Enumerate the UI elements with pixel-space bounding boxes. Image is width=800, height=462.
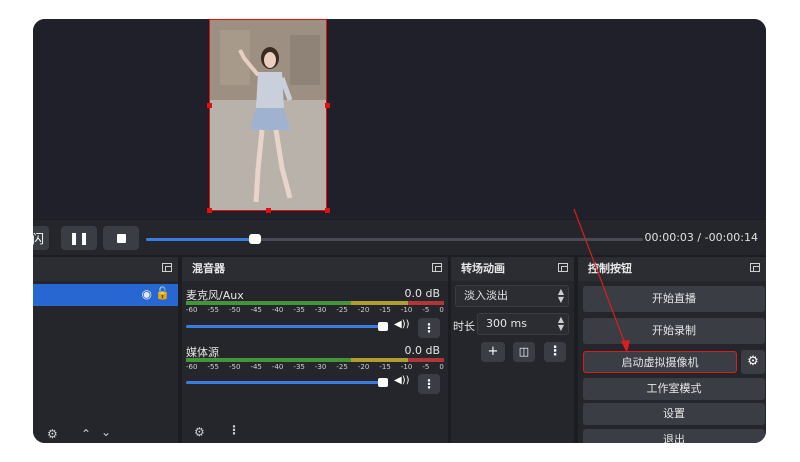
obs-window: 闪 ❚❚ 00:00:03 / -00:00:14 ◉ 🔓 ⚙ ⌃ ⌄ 混音器 …: [33, 19, 766, 443]
annotation-arrow: [573, 208, 630, 353]
